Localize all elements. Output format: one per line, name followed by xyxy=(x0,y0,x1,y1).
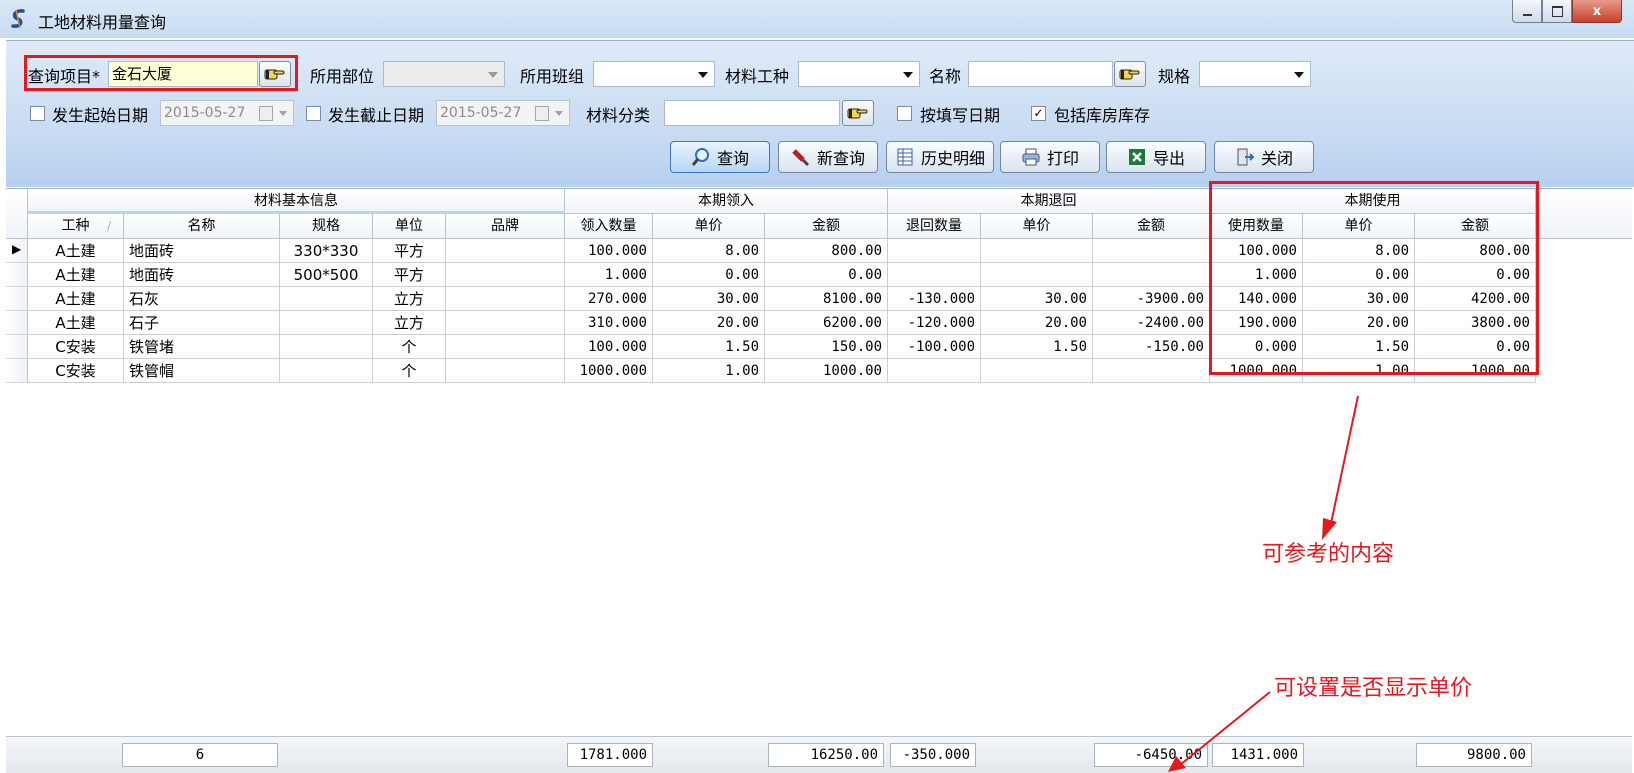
reference-arrow xyxy=(1329,395,1359,529)
annotation-unit-price-setting: 可设置是否显示单价 xyxy=(1274,676,1473,701)
annotation-arrows xyxy=(1168,395,1359,772)
setting-arrow xyxy=(1179,691,1271,766)
annotation-reference: 可参考的内容 xyxy=(1262,542,1395,567)
setting-arrowhead xyxy=(1168,756,1186,772)
